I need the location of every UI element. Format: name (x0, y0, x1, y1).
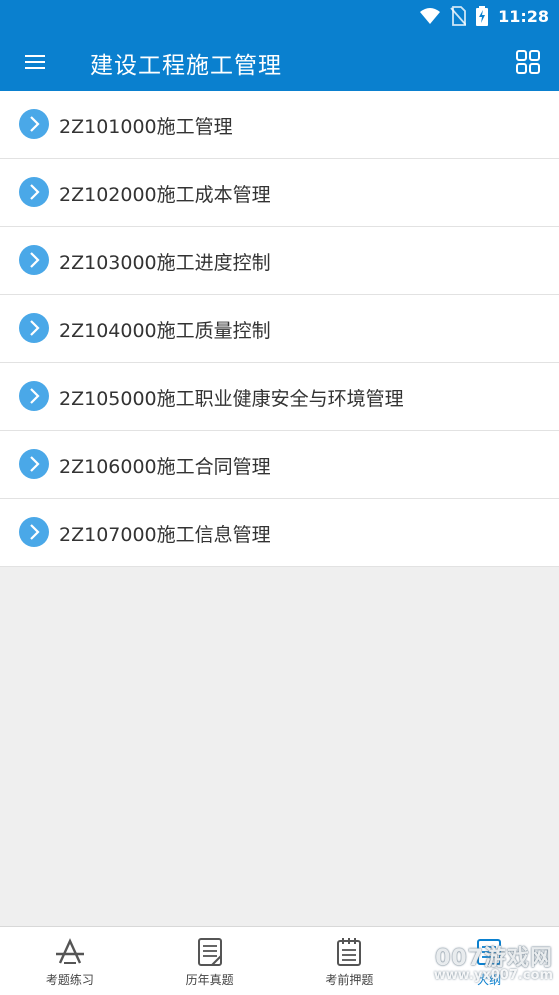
list-item-label: 2Z103000施工进度控制 (59, 252, 271, 274)
grid-icon[interactable] (515, 49, 541, 75)
pre-exam-icon (337, 938, 362, 966)
tab-label: 历年真题 (185, 973, 234, 987)
list-item[interactable]: 2Z106000施工合同管理 (0, 431, 559, 499)
list-item[interactable]: 2Z107000施工信息管理 (0, 499, 559, 567)
chevron-right-icon (19, 177, 49, 207)
battery-charging-icon (476, 6, 489, 26)
wifi-icon (420, 8, 441, 24)
tab-label: 考题练习 (45, 973, 94, 987)
list-item-label: 2Z105000施工职业健康安全与环境管理 (59, 388, 404, 410)
status-bar: 11:28 (0, 0, 559, 32)
menu-icon[interactable] (22, 49, 48, 75)
chevron-right-icon (19, 245, 49, 275)
list-item[interactable]: 2Z104000施工质量控制 (0, 295, 559, 363)
list-item-label: 2Z102000施工成本管理 (59, 184, 271, 206)
list-item[interactable]: 2Z102000施工成本管理 (0, 159, 559, 227)
exam-practice-icon (55, 938, 84, 964)
chevron-right-icon (19, 109, 49, 139)
chevron-right-icon (19, 313, 49, 343)
tab-pre-exam[interactable]: 考前押题 (280, 927, 420, 995)
chevron-right-icon (19, 381, 49, 411)
tab-exam-practice[interactable]: 考题练习 (0, 927, 140, 995)
app-bar: 建设工程施工管理 (0, 32, 559, 91)
list-item[interactable]: 2Z101000施工管理 (0, 91, 559, 159)
past-papers-icon (197, 938, 222, 966)
chevron-right-icon (19, 449, 49, 479)
list-item-label: 2Z107000施工信息管理 (59, 524, 271, 546)
tab-label: 考前押题 (325, 973, 374, 987)
list-item-label: 2Z106000施工合同管理 (59, 456, 271, 478)
chapter-list: 2Z101000施工管理 2Z102000施工成本管理 2Z103000施工进度… (0, 91, 559, 567)
chevron-right-icon (19, 517, 49, 547)
list-item[interactable]: 2Z103000施工进度控制 (0, 227, 559, 295)
list-item-label: 2Z104000施工质量控制 (59, 320, 271, 342)
list-item[interactable]: 2Z105000施工职业健康安全与环境管理 (0, 363, 559, 431)
tab-past-papers[interactable]: 历年真题 (140, 927, 280, 995)
page-title: 建设工程施工管理 (90, 53, 282, 79)
status-time: 11:28 (498, 6, 549, 26)
list-item-label: 2Z101000施工管理 (59, 116, 233, 138)
no-sim-icon (450, 6, 467, 26)
watermark-url: www.yx007.com (433, 968, 553, 983)
